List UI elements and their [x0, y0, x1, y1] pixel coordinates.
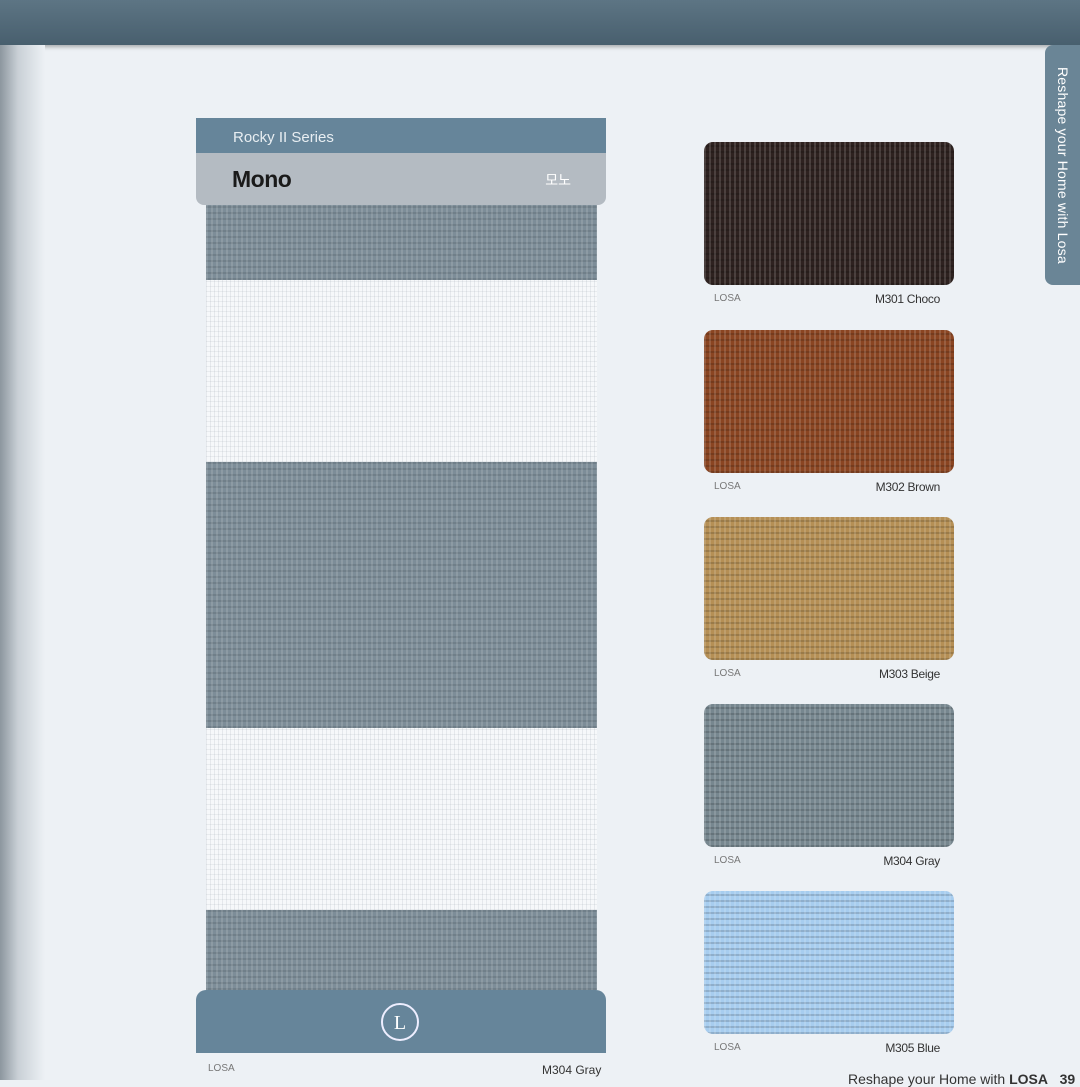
page-number: 39 — [1059, 1071, 1076, 1087]
product-panel: Rocky II Series Mono 모노 L — [196, 118, 606, 1053]
swatch-brand: LOSA — [714, 855, 741, 866]
fabric-band-solid — [206, 910, 597, 990]
page-spine-shadow — [0, 45, 45, 1080]
color-swatch — [704, 142, 954, 285]
losa-logo-icon: L — [381, 1003, 419, 1041]
swatch-code: M301 Choco — [874, 292, 940, 306]
top-bar — [0, 0, 1080, 45]
shade-fabric — [206, 205, 597, 990]
color-swatch — [704, 704, 954, 847]
swatch-code: M305 Blue — [885, 1041, 940, 1055]
swatch-code: M303 Beige — [878, 667, 940, 681]
footer-text: Reshape your Home with — [848, 1071, 1010, 1087]
swatch-brand: LOSA — [714, 668, 741, 679]
fabric-band-sheer — [206, 280, 597, 462]
side-tab: Reshape your Home with Losa — [1045, 45, 1080, 285]
color-swatch — [704, 891, 954, 1034]
swatch-brand: LOSA — [714, 1042, 741, 1053]
fabric-band-sheer — [206, 728, 597, 910]
fabric-band-solid — [206, 205, 597, 280]
swatch-brand: LOSA — [714, 293, 741, 304]
swatch-code: M302 Brown — [875, 480, 941, 494]
swatch-code: M304 Gray — [883, 854, 940, 868]
color-swatch — [704, 517, 954, 660]
korean-title: 모노 — [545, 172, 571, 188]
series-label: Rocky II Series — [196, 118, 606, 153]
panel-brand: LOSA — [208, 1063, 235, 1074]
panel-code: M304 Gray — [542, 1063, 602, 1077]
bottom-cassette: L — [196, 990, 606, 1053]
color-swatch — [704, 330, 954, 473]
fabric-band-solid — [206, 462, 597, 728]
product-title: Mono — [232, 166, 292, 192]
footer-brand: LOSA — [1009, 1071, 1048, 1087]
footer: Reshape your Home with LOSA 39 — [848, 1071, 1075, 1087]
title-bar: Mono 모노 — [196, 153, 606, 205]
swatch-brand: LOSA — [714, 481, 741, 492]
side-tab-label: Reshape your Home with Losa — [1055, 67, 1071, 264]
